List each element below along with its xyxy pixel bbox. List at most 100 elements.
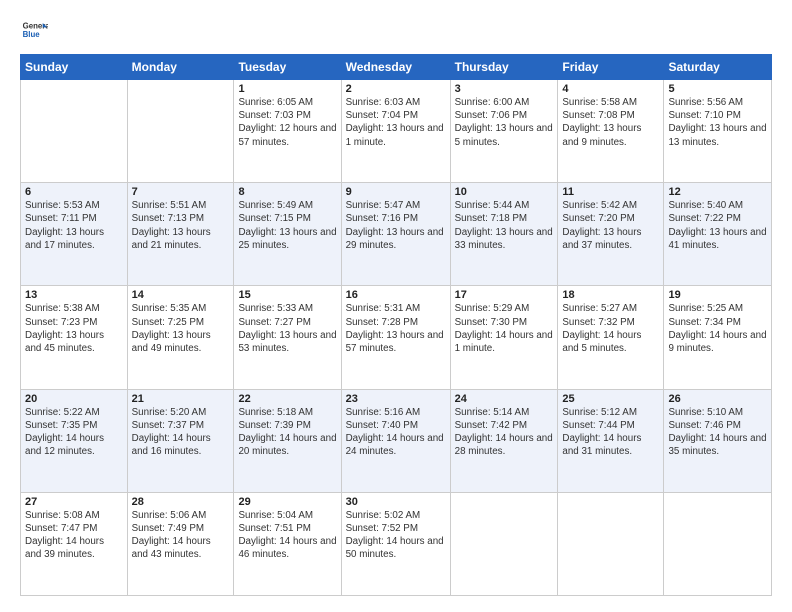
svg-text:Blue: Blue <box>23 30 41 39</box>
day-number: 16 <box>346 289 446 301</box>
day-info: Sunrise: 5:56 AM Sunset: 7:10 PM Dayligh… <box>668 96 767 149</box>
header: General Blue <box>20 16 772 44</box>
calendar-cell: 15Sunrise: 5:33 AM Sunset: 7:27 PM Dayli… <box>234 286 341 389</box>
day-number: 2 <box>346 83 446 95</box>
day-number: 5 <box>668 83 767 95</box>
calendar-cell: 16Sunrise: 5:31 AM Sunset: 7:28 PM Dayli… <box>341 286 450 389</box>
weekday-thursday: Thursday <box>450 55 558 80</box>
day-info: Sunrise: 5:18 AM Sunset: 7:39 PM Dayligh… <box>238 406 336 459</box>
calendar-cell: 27Sunrise: 5:08 AM Sunset: 7:47 PM Dayli… <box>21 492 128 595</box>
day-info: Sunrise: 5:20 AM Sunset: 7:37 PM Dayligh… <box>132 406 230 459</box>
calendar-cell: 7Sunrise: 5:51 AM Sunset: 7:13 PM Daylig… <box>127 183 234 286</box>
day-info: Sunrise: 5:47 AM Sunset: 7:16 PM Dayligh… <box>346 199 446 252</box>
calendar-cell: 19Sunrise: 5:25 AM Sunset: 7:34 PM Dayli… <box>664 286 772 389</box>
weekday-sunday: Sunday <box>21 55 128 80</box>
page: General Blue SundayMondayTuesdayWednesda… <box>0 0 792 612</box>
day-info: Sunrise: 5:53 AM Sunset: 7:11 PM Dayligh… <box>25 199 123 252</box>
day-number: 26 <box>668 393 767 405</box>
day-info: Sunrise: 5:06 AM Sunset: 7:49 PM Dayligh… <box>132 509 230 562</box>
day-info: Sunrise: 5:38 AM Sunset: 7:23 PM Dayligh… <box>25 302 123 355</box>
week-row-5: 27Sunrise: 5:08 AM Sunset: 7:47 PM Dayli… <box>21 492 772 595</box>
calendar-cell <box>450 492 558 595</box>
week-row-2: 6Sunrise: 5:53 AM Sunset: 7:11 PM Daylig… <box>21 183 772 286</box>
day-number: 1 <box>238 83 336 95</box>
day-number: 12 <box>668 186 767 198</box>
logo: General Blue <box>20 16 52 44</box>
calendar-cell: 6Sunrise: 5:53 AM Sunset: 7:11 PM Daylig… <box>21 183 128 286</box>
calendar-cell: 9Sunrise: 5:47 AM Sunset: 7:16 PM Daylig… <box>341 183 450 286</box>
day-number: 6 <box>25 186 123 198</box>
weekday-saturday: Saturday <box>664 55 772 80</box>
day-number: 24 <box>455 393 554 405</box>
day-number: 4 <box>562 83 659 95</box>
calendar-cell: 22Sunrise: 5:18 AM Sunset: 7:39 PM Dayli… <box>234 389 341 492</box>
day-number: 18 <box>562 289 659 301</box>
day-number: 21 <box>132 393 230 405</box>
weekday-tuesday: Tuesday <box>234 55 341 80</box>
calendar-cell: 1Sunrise: 6:05 AM Sunset: 7:03 PM Daylig… <box>234 80 341 183</box>
calendar-cell: 8Sunrise: 5:49 AM Sunset: 7:15 PM Daylig… <box>234 183 341 286</box>
day-number: 27 <box>25 496 123 508</box>
calendar-cell: 14Sunrise: 5:35 AM Sunset: 7:25 PM Dayli… <box>127 286 234 389</box>
day-number: 9 <box>346 186 446 198</box>
calendar-table: SundayMondayTuesdayWednesdayThursdayFrid… <box>20 54 772 596</box>
day-info: Sunrise: 5:02 AM Sunset: 7:52 PM Dayligh… <box>346 509 446 562</box>
day-info: Sunrise: 5:16 AM Sunset: 7:40 PM Dayligh… <box>346 406 446 459</box>
calendar-cell <box>558 492 664 595</box>
day-info: Sunrise: 5:10 AM Sunset: 7:46 PM Dayligh… <box>668 406 767 459</box>
day-number: 28 <box>132 496 230 508</box>
day-number: 8 <box>238 186 336 198</box>
day-number: 14 <box>132 289 230 301</box>
day-info: Sunrise: 5:40 AM Sunset: 7:22 PM Dayligh… <box>668 199 767 252</box>
day-info: Sunrise: 5:22 AM Sunset: 7:35 PM Dayligh… <box>25 406 123 459</box>
day-number: 29 <box>238 496 336 508</box>
day-info: Sunrise: 5:12 AM Sunset: 7:44 PM Dayligh… <box>562 406 659 459</box>
calendar-cell: 25Sunrise: 5:12 AM Sunset: 7:44 PM Dayli… <box>558 389 664 492</box>
day-number: 7 <box>132 186 230 198</box>
weekday-wednesday: Wednesday <box>341 55 450 80</box>
day-info: Sunrise: 6:00 AM Sunset: 7:06 PM Dayligh… <box>455 96 554 149</box>
calendar-cell: 28Sunrise: 5:06 AM Sunset: 7:49 PM Dayli… <box>127 492 234 595</box>
week-row-3: 13Sunrise: 5:38 AM Sunset: 7:23 PM Dayli… <box>21 286 772 389</box>
calendar-cell: 13Sunrise: 5:38 AM Sunset: 7:23 PM Dayli… <box>21 286 128 389</box>
weekday-friday: Friday <box>558 55 664 80</box>
day-info: Sunrise: 5:33 AM Sunset: 7:27 PM Dayligh… <box>238 302 336 355</box>
day-info: Sunrise: 5:29 AM Sunset: 7:30 PM Dayligh… <box>455 302 554 355</box>
day-info: Sunrise: 5:14 AM Sunset: 7:42 PM Dayligh… <box>455 406 554 459</box>
day-info: Sunrise: 5:49 AM Sunset: 7:15 PM Dayligh… <box>238 199 336 252</box>
day-info: Sunrise: 5:35 AM Sunset: 7:25 PM Dayligh… <box>132 302 230 355</box>
day-number: 13 <box>25 289 123 301</box>
day-number: 15 <box>238 289 336 301</box>
calendar-cell: 20Sunrise: 5:22 AM Sunset: 7:35 PM Dayli… <box>21 389 128 492</box>
day-info: Sunrise: 5:44 AM Sunset: 7:18 PM Dayligh… <box>455 199 554 252</box>
day-info: Sunrise: 5:27 AM Sunset: 7:32 PM Dayligh… <box>562 302 659 355</box>
calendar-cell: 12Sunrise: 5:40 AM Sunset: 7:22 PM Dayli… <box>664 183 772 286</box>
day-info: Sunrise: 5:31 AM Sunset: 7:28 PM Dayligh… <box>346 302 446 355</box>
calendar-cell <box>21 80 128 183</box>
day-number: 22 <box>238 393 336 405</box>
calendar-cell: 23Sunrise: 5:16 AM Sunset: 7:40 PM Dayli… <box>341 389 450 492</box>
weekday-header-row: SundayMondayTuesdayWednesdayThursdayFrid… <box>21 55 772 80</box>
calendar-cell: 29Sunrise: 5:04 AM Sunset: 7:51 PM Dayli… <box>234 492 341 595</box>
logo-icon: General Blue <box>20 16 48 44</box>
day-number: 20 <box>25 393 123 405</box>
calendar-cell: 30Sunrise: 5:02 AM Sunset: 7:52 PM Dayli… <box>341 492 450 595</box>
calendar-cell <box>127 80 234 183</box>
day-info: Sunrise: 6:05 AM Sunset: 7:03 PM Dayligh… <box>238 96 336 149</box>
day-info: Sunrise: 5:25 AM Sunset: 7:34 PM Dayligh… <box>668 302 767 355</box>
calendar-cell: 24Sunrise: 5:14 AM Sunset: 7:42 PM Dayli… <box>450 389 558 492</box>
day-info: Sunrise: 5:51 AM Sunset: 7:13 PM Dayligh… <box>132 199 230 252</box>
day-number: 3 <box>455 83 554 95</box>
calendar-cell: 11Sunrise: 5:42 AM Sunset: 7:20 PM Dayli… <box>558 183 664 286</box>
calendar-cell: 26Sunrise: 5:10 AM Sunset: 7:46 PM Dayli… <box>664 389 772 492</box>
week-row-4: 20Sunrise: 5:22 AM Sunset: 7:35 PM Dayli… <box>21 389 772 492</box>
weekday-monday: Monday <box>127 55 234 80</box>
day-info: Sunrise: 5:42 AM Sunset: 7:20 PM Dayligh… <box>562 199 659 252</box>
day-number: 30 <box>346 496 446 508</box>
day-number: 10 <box>455 186 554 198</box>
day-info: Sunrise: 5:58 AM Sunset: 7:08 PM Dayligh… <box>562 96 659 149</box>
calendar-cell: 5Sunrise: 5:56 AM Sunset: 7:10 PM Daylig… <box>664 80 772 183</box>
calendar-cell: 17Sunrise: 5:29 AM Sunset: 7:30 PM Dayli… <box>450 286 558 389</box>
day-number: 23 <box>346 393 446 405</box>
calendar-cell: 4Sunrise: 5:58 AM Sunset: 7:08 PM Daylig… <box>558 80 664 183</box>
